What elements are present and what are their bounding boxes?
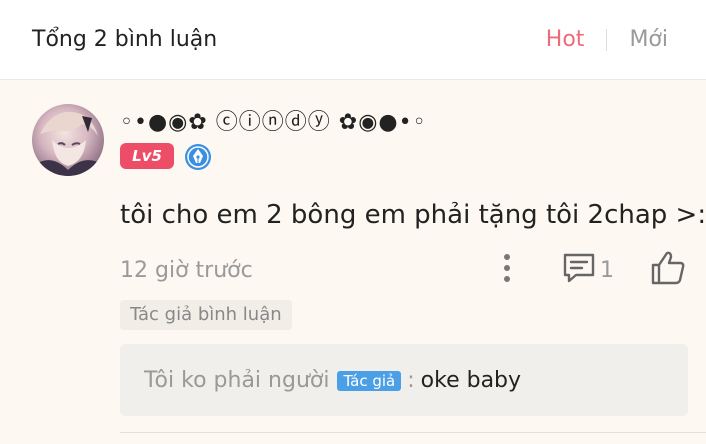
comment-count-title: Tổng 2 bình luận bbox=[32, 27, 218, 52]
sort-tab-new[interactable]: Mới bbox=[629, 27, 668, 52]
reply-line: Tôi ko phải người Tác giả : oke baby bbox=[144, 368, 521, 393]
more-vertical-icon[interactable] bbox=[496, 252, 518, 284]
author-comment-tag: Tác giả bình luận bbox=[120, 300, 292, 330]
author-chip: Tác giả bbox=[337, 370, 402, 391]
reply-separator: : bbox=[407, 368, 415, 393]
sort-divider bbox=[606, 28, 608, 51]
comment-timestamp: 12 giờ trước bbox=[120, 258, 253, 283]
level-badge: Lv5 bbox=[120, 143, 174, 169]
reply-preview[interactable]: Tôi ko phải người Tác giả : oke baby bbox=[120, 344, 688, 416]
sort-tabs: Hot Mới bbox=[546, 27, 668, 52]
pen-nib-icon bbox=[184, 143, 212, 171]
reply-comment-icon[interactable] bbox=[562, 252, 596, 284]
reply-count: 1 bbox=[600, 258, 614, 283]
reply-author[interactable]: Tôi ko phải người bbox=[144, 368, 329, 393]
thumbs-up-icon[interactable] bbox=[650, 250, 686, 286]
username[interactable]: ◦•●◉✿ ⓒⓘⓝⓓⓨ ✿◉●•◦ bbox=[120, 104, 427, 136]
divider bbox=[120, 432, 706, 433]
avatar[interactable] bbox=[32, 104, 104, 176]
comments-header: Tổng 2 bình luận Hot Mới bbox=[0, 0, 706, 80]
comment-text: tôi cho em 2 bông em phải tặng tôi 2chap… bbox=[120, 200, 706, 230]
reply-text: oke baby bbox=[420, 368, 522, 393]
sort-tab-hot[interactable]: Hot bbox=[546, 27, 585, 52]
